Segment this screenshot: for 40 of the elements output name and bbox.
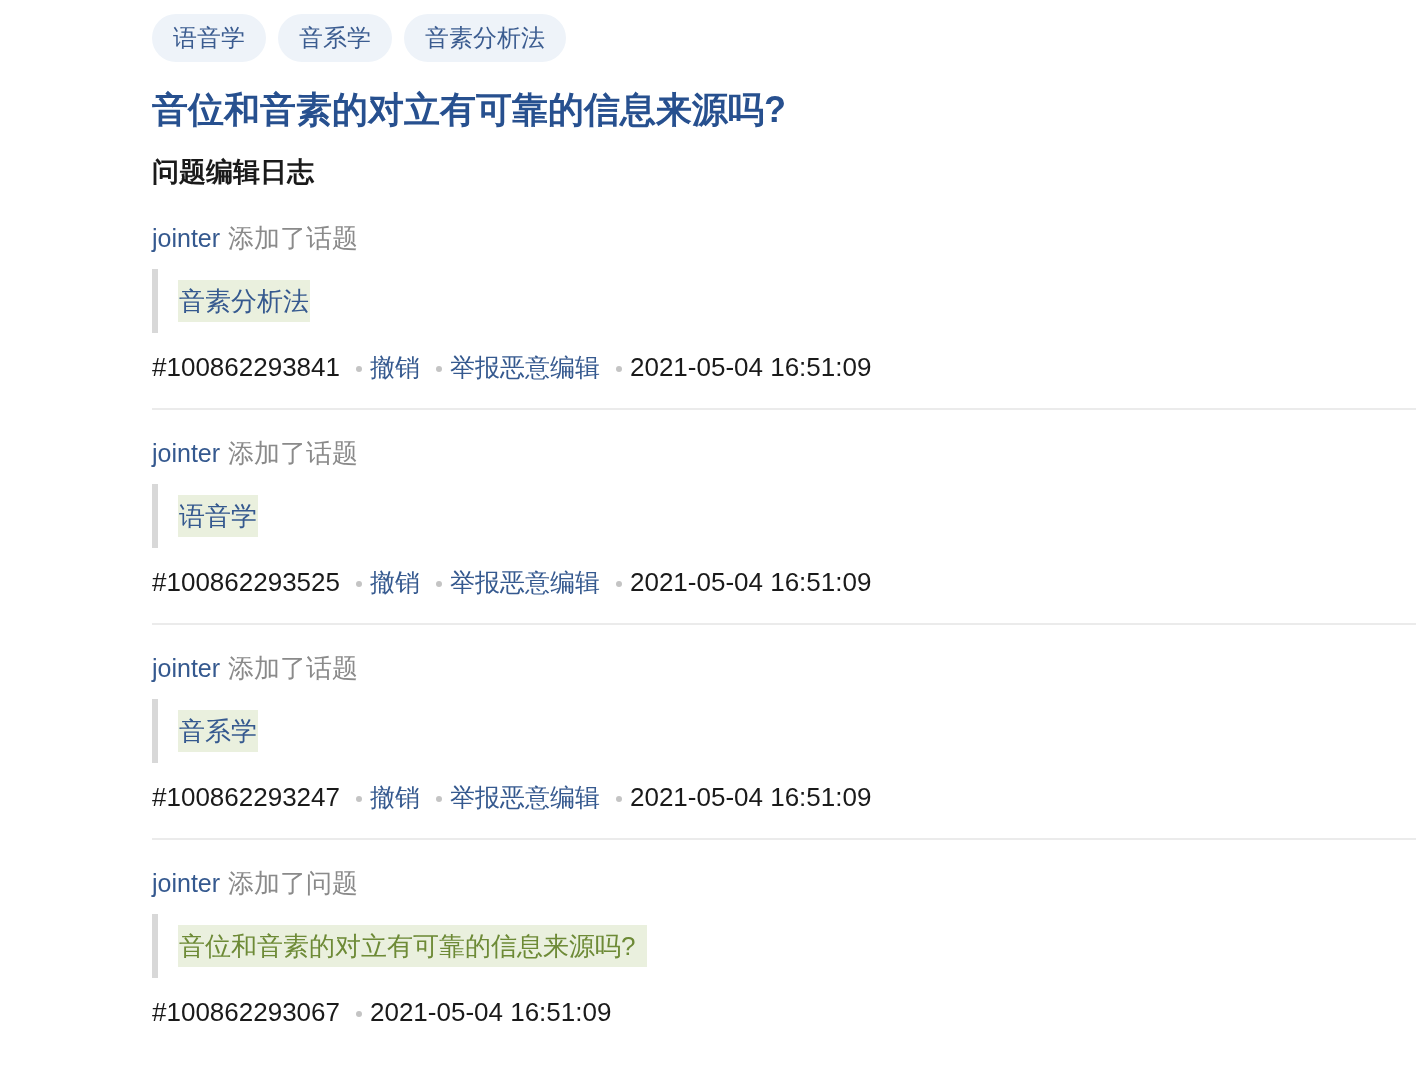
action-link[interactable]: 撤销 (370, 568, 420, 596)
action-text: 添加了话题 (228, 653, 359, 683)
topic-name[interactable]: 音素分析法 (178, 280, 310, 322)
action-link[interactable]: 撤销 (370, 783, 420, 811)
revision-id: #100862293841 (152, 352, 340, 382)
action-link[interactable]: 举报恶意编辑 (450, 783, 600, 811)
user-link[interactable]: jointer (152, 869, 221, 897)
separator-dot-icon (356, 1011, 362, 1018)
separator-dot-icon (436, 796, 442, 803)
separator-dot-icon (616, 366, 622, 373)
action-text: 添加了问题 (228, 868, 359, 898)
action-link[interactable]: 举报恶意编辑 (450, 353, 600, 381)
action-text: 添加了话题 (228, 223, 359, 253)
timestamp: 2021-05-04 16:51:09 (630, 567, 872, 597)
revision-id: #100862293067 (152, 997, 340, 1027)
separator-dot-icon (356, 366, 362, 373)
separator-dot-icon (436, 366, 442, 373)
separator-dot-icon (616, 796, 622, 803)
separator-dot-icon (436, 581, 442, 588)
action-link[interactable]: 撤销 (370, 353, 420, 381)
topic-name[interactable]: 语音学 (178, 495, 258, 537)
user-link[interactable]: jointer (152, 224, 221, 252)
section-heading: 问题编辑日志 (152, 156, 315, 189)
timestamp: 2021-05-04 16:51:09 (630, 782, 872, 812)
user-link[interactable]: jointer (152, 654, 221, 682)
topic-name[interactable]: 音系学 (178, 710, 258, 752)
revision-id: #100862293247 (152, 782, 340, 812)
separator-dot-icon (356, 796, 362, 803)
topic-tag[interactable]: 音素分析法 (404, 14, 566, 62)
separator-dot-icon (356, 581, 362, 588)
action-text: 添加了话题 (228, 438, 359, 468)
question-title[interactable]: 音位和音素的对立有可靠的信息来源吗? (152, 88, 1416, 132)
topic-tag[interactable]: 音系学 (278, 14, 392, 62)
separator-dot-icon (616, 581, 622, 588)
revision-id: #100862293525 (152, 567, 340, 597)
user-link[interactable]: jointer (152, 439, 221, 467)
topic-tag[interactable]: 语音学 (152, 14, 266, 62)
timestamp: 2021-05-04 16:51:09 (370, 997, 612, 1027)
action-link[interactable]: 举报恶意编辑 (450, 568, 600, 596)
timestamp: 2021-05-04 16:51:09 (630, 352, 872, 382)
